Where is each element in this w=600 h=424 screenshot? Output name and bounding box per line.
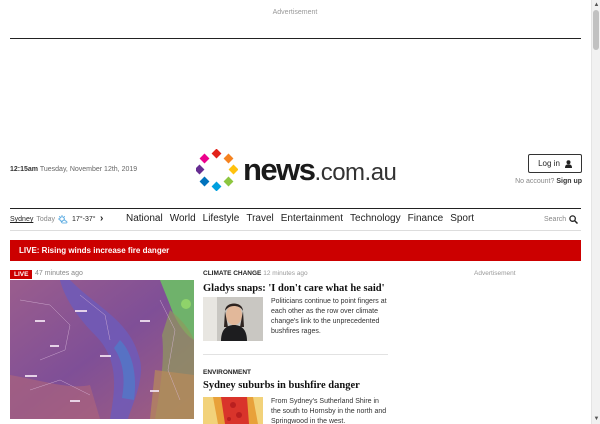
weather-widget[interactable]: Sydney Today 17°-37°	[10, 215, 96, 224]
scroll-down-arrow-icon[interactable]: ▼	[593, 415, 600, 423]
weather-city[interactable]: Sydney	[10, 216, 33, 223]
site-logo[interactable]: news.com.au	[196, 149, 401, 191]
story-summary: Politicians continue to point fingers at…	[271, 298, 387, 335]
story-category-label[interactable]: ENVIRONMENT	[203, 369, 251, 376]
nav-item-world[interactable]: World	[170, 213, 196, 224]
right-advertisement-label: Advertisement	[474, 270, 516, 277]
story-divider	[203, 354, 388, 355]
header-date: Tuesday, November 12th, 2019	[39, 166, 138, 173]
nav-item-entertainment[interactable]: Entertainment	[281, 213, 343, 224]
nav-top-rule	[10, 208, 581, 209]
scroll-thumb[interactable]	[593, 10, 599, 50]
live-tag: LIVE	[10, 270, 33, 279]
advertisement-divider	[10, 38, 581, 39]
signup-link[interactable]: Sign up	[556, 178, 582, 185]
logo-wordmark: news.com.au	[243, 151, 397, 192]
bushfire-danger-map	[203, 397, 263, 424]
nav-item-travel[interactable]: Travel	[246, 213, 273, 224]
login-button[interactable]: Log in	[528, 154, 582, 173]
header-timestamp: 12:15am Tuesday, November 12th, 2019	[10, 166, 137, 173]
lead-story-time: 47 minutes ago	[35, 270, 83, 277]
logo-name: news	[243, 152, 316, 187]
search-label: Search	[544, 216, 567, 223]
partly-sunny-icon	[58, 215, 68, 224]
story-category[interactable]: ENVIRONMENT	[203, 369, 251, 376]
story-summary: From Sydney's Sutherland Shire in the so…	[271, 398, 387, 424]
nav-item-sport[interactable]: Sport	[450, 213, 474, 224]
user-icon	[564, 159, 572, 168]
nav-item-technology[interactable]: Technology	[350, 213, 401, 224]
story-time-ago: 12 minutes ago	[263, 270, 308, 277]
signup-prompt: No account? Sign up	[500, 178, 582, 185]
login-label: Log in	[538, 159, 560, 168]
nav-bottom-rule	[10, 230, 581, 231]
story-category[interactable]: CLIMATE CHANGE 12 minutes ago	[203, 270, 308, 277]
weather-temps: 17°-37°	[72, 216, 96, 223]
search-button[interactable]: Search	[544, 215, 579, 224]
logo-dots-icon	[196, 149, 238, 191]
no-account-text: No account?	[515, 178, 555, 185]
main-nav: National World Lifestyle Travel Entertai…	[126, 213, 481, 224]
page-scrollbar[interactable]: ▲ ▼	[591, 0, 600, 424]
story-thumbnail-image[interactable]	[203, 397, 263, 424]
fire-weather-map-image[interactable]	[10, 280, 194, 419]
top-advertisement-label: Advertisement	[272, 9, 318, 16]
weather-day: Today	[36, 216, 56, 223]
logo-suffix: .com.au	[314, 159, 397, 186]
header-time: 12:15am	[10, 166, 39, 173]
portrait-photo	[203, 297, 263, 341]
story-category-label[interactable]: CLIMATE CHANGE	[203, 270, 261, 277]
live-news-banner[interactable]: LIVE: Rising winds increase fire danger	[10, 240, 581, 261]
wind-map-graphic	[10, 280, 194, 419]
scroll-up-arrow-icon[interactable]: ▲	[593, 1, 600, 9]
story-thumbnail-image[interactable]	[203, 297, 263, 341]
search-icon	[569, 215, 579, 224]
story-headline[interactable]: Gladys snaps: 'I don't care what he said…	[203, 283, 385, 294]
nav-item-lifestyle[interactable]: Lifestyle	[203, 213, 240, 224]
nav-chevron-right-icon[interactable]: ›	[100, 213, 103, 224]
story-headline[interactable]: Sydney suburbs in bushfire danger	[203, 380, 360, 391]
nav-item-national[interactable]: National	[126, 213, 163, 224]
nav-item-finance[interactable]: Finance	[408, 213, 444, 224]
